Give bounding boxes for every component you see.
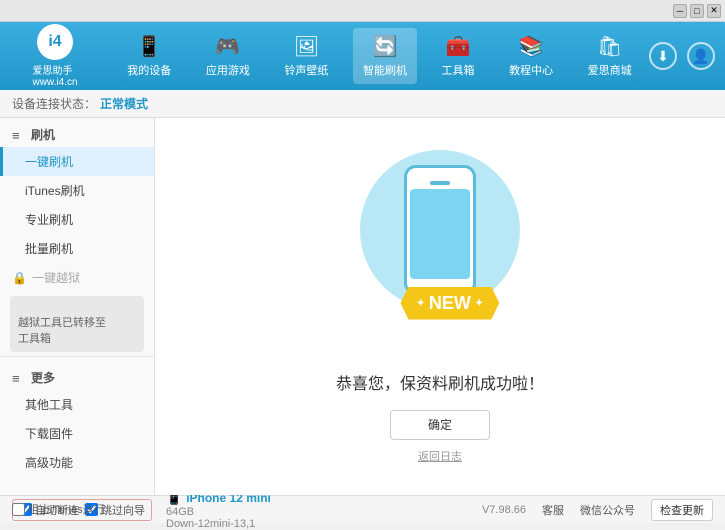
phone-body: [404, 165, 476, 295]
nav-items: 📱 我的设备 🎮 应用游戏 🖼 铃声壁纸 🔄 智能刷机 🧰 工具箱 📚 教程中心…: [110, 28, 649, 84]
top-nav: i4 爱思助手 www.i4.cn 📱 我的设备 🎮 应用游戏 🖼 铃声壁纸 🔄…: [0, 22, 725, 90]
phone-screen: [410, 189, 470, 279]
phone-notch: [430, 181, 450, 185]
status-bar: 设备连接状态： 正常模式: [0, 90, 725, 118]
nav-smart-flash[interactable]: 🔄 智能刷机: [353, 28, 417, 84]
customer-service-link[interactable]: 客服: [542, 502, 564, 518]
nav-right-controls: ⬇ 👤: [649, 42, 715, 70]
sidebar-item-advanced[interactable]: 高级功能: [0, 448, 154, 477]
status-value: 正常模式: [100, 95, 148, 112]
sidebar-item-batch-flash[interactable]: 批量刷机: [0, 234, 154, 263]
nav-my-device[interactable]: 📱 我的设备: [117, 28, 181, 84]
flash-icon: 🔄: [373, 34, 398, 59]
lock-icon: 🔒: [12, 271, 27, 285]
version-text: V7.98.66: [482, 504, 526, 516]
nav-shop[interactable]: 🛍 爱思商城: [578, 28, 642, 84]
wechat-link[interactable]: 微信公众号: [580, 502, 635, 518]
status-label: 设备连接状态：: [12, 95, 96, 112]
bottom-right: V7.98.66 客服 微信公众号 检查更新: [482, 499, 713, 521]
maximize-button[interactable]: □: [690, 4, 704, 18]
stop-itunes-label: 阻止iTunes运行: [28, 501, 105, 517]
phone-illustration: ✦ ✦ ✦ ✦ NEW ✦: [350, 150, 530, 350]
bottom-bar: 自动断连 跳过向导 📱 iPhone 12 mini 64GB Down-12m…: [0, 495, 725, 523]
title-bar: ─ □ ✕: [0, 0, 725, 22]
apps-icon: 🎮: [215, 34, 240, 59]
tutorials-icon: 📚: [519, 34, 544, 59]
download-button[interactable]: ⬇: [649, 42, 677, 70]
device-storage: 64GB: [166, 506, 271, 518]
nav-toolbox[interactable]: 🧰 工具箱: [432, 28, 485, 84]
sidebar-item-one-click-flash[interactable]: 一键刷机: [0, 147, 154, 176]
section-icon-more: ≡: [12, 371, 26, 385]
minimize-button[interactable]: ─: [673, 4, 687, 18]
sparkle-icon-2: ✦: [502, 170, 515, 190]
content-area: ✦ ✦ ✦ ✦ NEW ✦ 恭喜您，保资料刷机成功啦！ 确定 返回日志: [155, 118, 725, 495]
window-controls: ─ □ ✕: [673, 4, 721, 18]
sidebar-item-download-firmware[interactable]: 下载固件: [0, 419, 154, 448]
back-log-link[interactable]: 返回日志: [418, 448, 462, 464]
sidebar-item-itunes-flash[interactable]: iTunes刷机: [0, 176, 154, 205]
logo-area: i4 爱思助手 www.i4.cn: [10, 24, 100, 88]
sidebar-section-more: ≡ 更多: [0, 361, 154, 390]
ringtone-icon: 🖼: [294, 34, 319, 59]
sidebar-item-pro-flash[interactable]: 专业刷机: [0, 205, 154, 234]
logo-text: 爱思助手 www.i4.cn: [32, 62, 77, 88]
device-info: 📱 iPhone 12 mini 64GB Down-12mini-13,1: [166, 490, 271, 530]
shop-icon: 🛍: [597, 34, 622, 59]
star-left-icon: ✦: [416, 298, 424, 309]
logo-icon: i4: [37, 24, 73, 60]
sidebar-item-other-tools[interactable]: 其他工具: [0, 390, 154, 419]
stop-itunes-checkbox[interactable]: [12, 503, 25, 516]
main-layout: ≡ 刷机 一键刷机 iTunes刷机 专业刷机 批量刷机 🔒 一键越狱 越狱工具…: [0, 118, 725, 495]
device-icon: 📱: [137, 34, 162, 59]
device-model: Down-12mini-13,1: [166, 518, 271, 530]
stop-itunes-area: 阻止iTunes运行: [12, 501, 105, 517]
confirm-button[interactable]: 确定: [390, 410, 490, 440]
new-badge: ✦ NEW ✦: [400, 287, 499, 320]
account-button[interactable]: 👤: [687, 42, 715, 70]
success-message: 恭喜您，保资料刷机成功啦！: [336, 370, 544, 394]
jailbreak-note: 越狱工具已转移至 工具箱: [10, 296, 144, 352]
star-right-icon: ✦: [475, 298, 483, 309]
sparkle-icon-3: ✦: [355, 270, 368, 290]
sidebar: ≡ 刷机 一键刷机 iTunes刷机 专业刷机 批量刷机 🔒 一键越狱 越狱工具…: [0, 118, 155, 495]
nav-ringtone[interactable]: 🖼 铃声壁纸: [274, 28, 338, 84]
toolbox-icon: 🧰: [446, 34, 471, 59]
sparkle-icon-1: ✦: [360, 155, 373, 175]
sidebar-section-flash: ≡ 刷机: [0, 118, 154, 147]
locked-jailbreak: 🔒 一键越狱: [0, 263, 154, 292]
nav-apps-games[interactable]: 🎮 应用游戏: [196, 28, 260, 84]
sidebar-divider: [0, 356, 154, 357]
check-update-button[interactable]: 检查更新: [651, 499, 713, 521]
section-icon-flash: ≡: [12, 128, 26, 142]
close-button[interactable]: ✕: [707, 4, 721, 18]
nav-tutorials[interactable]: 📚 教程中心: [499, 28, 563, 84]
